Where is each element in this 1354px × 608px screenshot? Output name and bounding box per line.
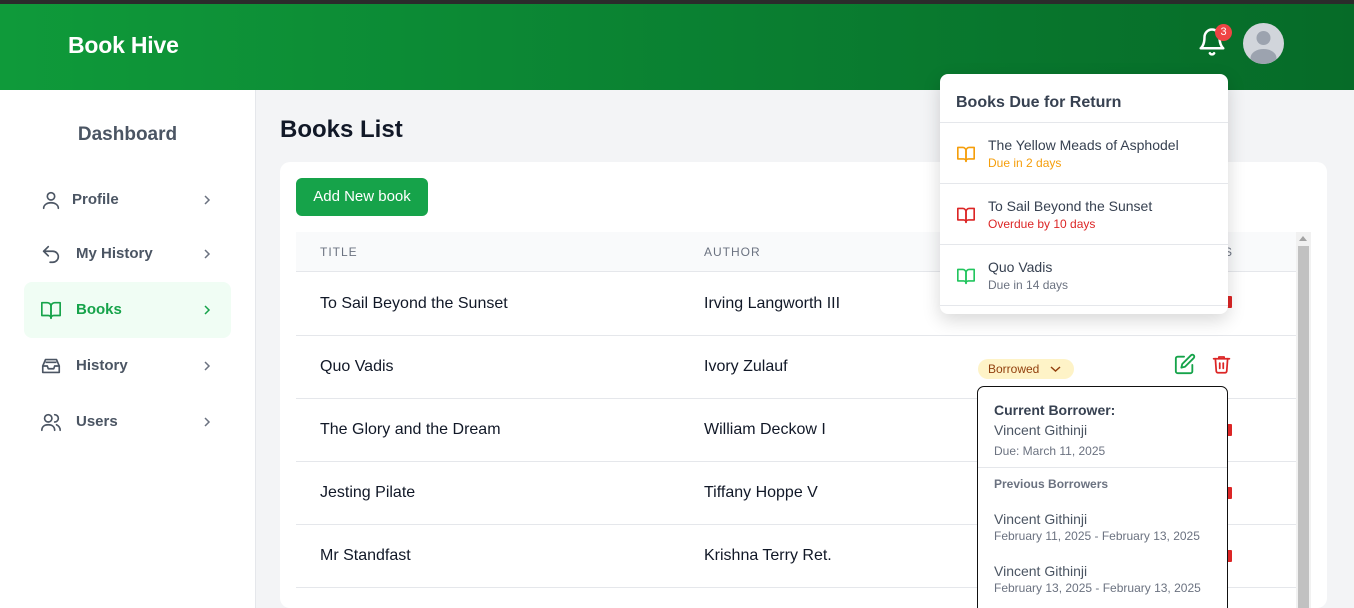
books-due-heading: Books Due for Return [956,94,1122,111]
sidebar-item-label: Books [76,301,122,318]
chevron-down-icon [1050,366,1061,373]
page-title: Books List [280,116,403,143]
book-author: Irving Langworth III [704,295,841,312]
due-book-title: The Yellow Meads of Asphodel [988,137,1179,153]
chevron-right-icon [204,417,211,427]
borrower-popover: Current Borrower: Vincent Githinji Due: … [977,386,1228,608]
column-header-author: AUTHOR [704,245,761,259]
sidebar-item-label: My History [76,245,153,262]
divider [940,305,1228,306]
inbox-icon [41,358,61,374]
sidebar-item-my-history[interactable]: My History [24,226,231,282]
due-status: Overdue by 10 days [988,217,1096,231]
sidebar-item-users[interactable]: Users [24,394,231,450]
sidebar-item-label: History [76,357,128,374]
divider [978,467,1227,468]
chevron-right-icon [204,195,211,205]
chevron-right-icon [204,305,211,315]
book-author: Tiffany Hoppe V [704,484,818,501]
chevron-right-icon [204,361,211,371]
previous-borrower-dates: February 13, 2025 - February 13, 2025 [994,581,1201,595]
books-due-dropdown: Books Due for Return The Yellow Meads of… [940,74,1228,314]
sidebar-title: Dashboard [77,124,178,145]
edit-icon[interactable] [1174,353,1196,375]
table-scrollbar-thumb[interactable] [1298,246,1309,608]
brand-logo-text[interactable]: Book Hive [68,32,179,59]
status-dropdown[interactable]: Borrowed [978,359,1074,379]
current-borrower-name: Vincent Githinji [994,422,1088,438]
due-book-title: Quo Vadis [988,259,1053,275]
status-label: Borrowed [988,362,1040,376]
chevron-right-icon [204,249,211,259]
book-author: William Deckow I [704,421,826,438]
sidebar: Dashboard Profile My History Books Histo… [0,90,256,608]
sidebar-item-books[interactable]: Books [24,282,231,338]
book-title: The Glory and the Dream [320,421,501,438]
due-book-title: To Sail Beyond the Sunset [988,198,1153,214]
notification-count-badge: 3 [1215,24,1232,41]
current-borrower-due: Due: March 11, 2025 [994,444,1106,458]
undo-arrow-icon [42,245,60,264]
previous-borrowers-heading: Previous Borrowers [994,477,1109,491]
book-title: Quo Vadis [320,358,394,375]
current-borrower-heading: Current Borrower: [994,402,1116,418]
due-item[interactable]: The Yellow Meads of Asphodel Due in 2 da… [940,123,1228,184]
book-title: Mr Standfast [320,547,411,564]
due-status: Due in 14 days [988,278,1069,292]
book-author: Krishna Terry Ret. [704,547,832,564]
add-new-book-button[interactable]: Add New book [296,178,428,216]
user-icon [42,191,60,210]
book-author: Ivory Zulauf [704,358,788,375]
scroll-up-arrow-icon[interactable] [1299,236,1307,241]
open-book-icon [41,301,61,320]
previous-borrower-dates: February 11, 2025 - February 13, 2025 [994,529,1200,543]
due-item[interactable]: To Sail Beyond the Sunset Overdue by 10 … [940,184,1228,245]
book-title: Jesting Pilate [320,484,416,501]
due-item[interactable]: Quo Vadis Due in 14 days [940,245,1228,306]
sidebar-item-history[interactable]: History [24,338,231,394]
open-book-icon [956,268,975,285]
sidebar-item-label: Profile [72,191,119,208]
sidebar-item-label: Users [76,413,118,430]
sidebar-item-profile[interactable]: Profile [24,172,231,228]
avatar-silhouette-icon [1250,31,1277,64]
users-icon [41,413,61,432]
trash-icon[interactable] [1211,353,1232,375]
user-avatar[interactable] [1243,23,1284,64]
open-book-icon [956,146,975,163]
column-header-title: TITLE [320,245,358,259]
due-status: Due in 2 days [988,156,1062,170]
book-title: To Sail Beyond the Sunset [320,295,508,312]
previous-borrower-name: Vincent Githinji [994,511,1088,527]
open-book-icon [956,207,975,224]
previous-borrower-name: Vincent Githinji [994,563,1088,579]
